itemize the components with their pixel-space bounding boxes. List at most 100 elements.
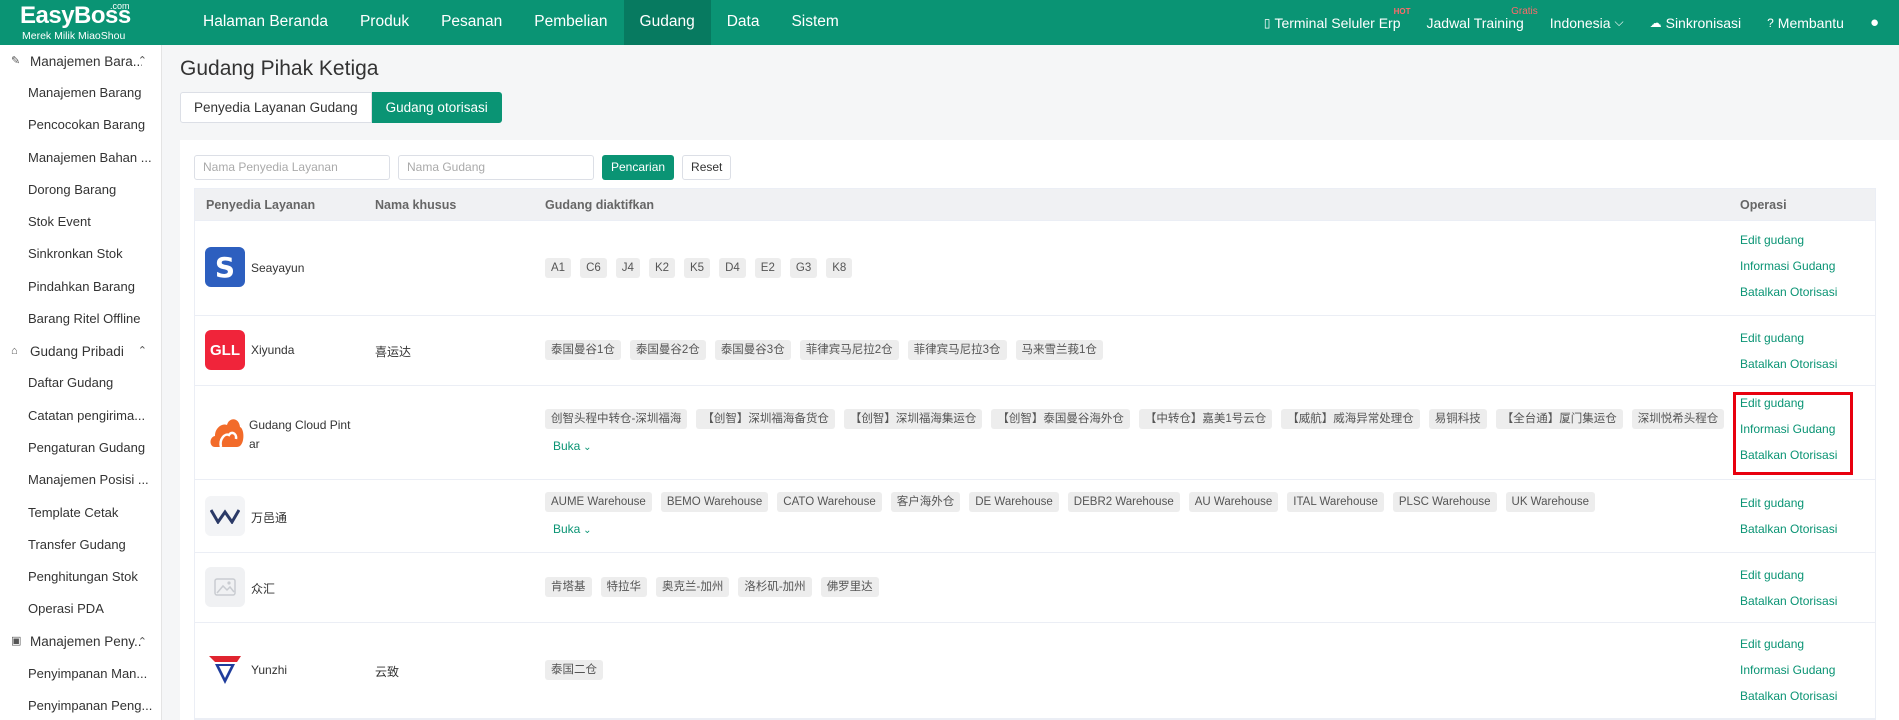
warehouse-tag: 马来雪兰莪1仓 (1015, 340, 1103, 360)
tab-penyedia-layanan-gudang[interactable]: Penyedia Layanan Gudang (180, 92, 372, 123)
yunzhi-logo-icon (209, 656, 241, 684)
language-select[interactable]: Indonesia ⌵ (1550, 15, 1624, 31)
user-avatar[interactable]: ● (1870, 14, 1883, 31)
sidebar-item[interactable]: Transfer Gudang (0, 529, 161, 561)
sidebar-item[interactable]: Catatan pengirima... (0, 400, 161, 432)
warehouse-info-link[interactable]: Informasi Gudang (1740, 253, 1837, 279)
terminal-label: Terminal Seluler Erp (1274, 14, 1401, 31)
warehouse-tag: PLSC Warehouse (1392, 492, 1497, 512)
brand-suffix: .com (110, 1, 130, 11)
warehouse-tag: ITAL Warehouse (1287, 492, 1384, 512)
cancel-authorization-link[interactable]: Batalkan Otorisasi (1740, 588, 1837, 614)
warehouse-tags: 创智头程中转仓-深圳福海 【创智】深圳福海备货仓 【创智】深圳福海集运仓 【创智… (545, 409, 1733, 429)
cancel-authorization-link[interactable]: Batalkan Otorisasi (1740, 683, 1837, 709)
sidebar-item[interactable]: Daftar Gudang (0, 367, 161, 399)
chevron-down-icon: ⌄ (580, 442, 592, 453)
warehouse-tag: K8 (826, 258, 853, 278)
hot-badge: HOT (1393, 6, 1411, 16)
training-link[interactable]: Jadwal Training Gratis (1426, 6, 1538, 31)
yunzhi-logo (205, 649, 245, 689)
reset-button[interactable]: Reset (682, 155, 732, 180)
nav-item-sistem[interactable]: Sistem (775, 0, 854, 45)
sidebar-item[interactable]: Operasi PDA (0, 593, 161, 625)
box-icon: ▣ (11, 635, 22, 648)
warehouse-tag: 菲律宾马尼拉2仓 (799, 340, 899, 360)
nav-item-pembelian[interactable]: Pembelian (518, 0, 623, 45)
sidebar-group-label: Gudang Pribadi (30, 343, 124, 359)
sidebar-item[interactable]: Manajemen Barang (0, 77, 161, 109)
cancel-authorization-link[interactable]: Batalkan Otorisasi (1740, 351, 1837, 377)
custom-name: 喜运达 (375, 345, 412, 359)
sidebar-item[interactable]: Manajemen Bahan ... (0, 142, 161, 174)
row-operations: Edit gudang Batalkan Otorisasi (1740, 562, 1837, 614)
sidebar-item[interactable]: Pencocokan Barang (0, 109, 161, 141)
tab-bar: Penyedia Layanan Gudang Gudang otorisasi (180, 92, 502, 123)
help-link[interactable]: ? Membantu (1767, 15, 1844, 31)
warehouse-tag: G3 (789, 258, 818, 278)
edit-warehouse-link[interactable]: Edit gudang (1740, 227, 1837, 253)
table-row: Yunzhi 云致 泰国二仓 Edit gudang Informasi Gud… (195, 623, 1875, 719)
warehouse-tag: A1 (545, 258, 572, 278)
question-icon: ? (1767, 15, 1774, 30)
edit-warehouse-link[interactable]: Edit gudang (1740, 562, 1837, 588)
warehouse-tag: DE Warehouse (969, 492, 1059, 512)
cancel-authorization-link[interactable]: Batalkan Otorisasi (1740, 516, 1837, 542)
sidebar-item[interactable]: Penghitungan Stok (0, 561, 161, 593)
warehouse-tag: 特拉华 (600, 577, 647, 597)
nav-item-produk[interactable]: Produk (344, 0, 425, 45)
sidebar-item[interactable]: Penyimpanan Man... (0, 658, 161, 690)
edit-warehouse-link[interactable]: Edit gudang (1740, 631, 1837, 657)
search-button[interactable]: Pencarian (602, 155, 675, 180)
row-operations: Edit gudang Batalkan Otorisasi (1740, 325, 1837, 377)
cloud-logo-icon (210, 419, 244, 448)
warehouse-tag: 佛罗里达 (820, 577, 879, 597)
sidebar-item[interactable]: Barang Ritel Offline (0, 303, 161, 335)
warehouse-tag: 泰国二仓 (545, 660, 603, 680)
nav-item-gudang[interactable]: Gudang (623, 0, 711, 45)
edit-warehouse-link[interactable]: Edit gudang (1740, 490, 1837, 516)
custom-name: 云致 (375, 665, 400, 679)
sidebar-group-manajemen-penyimpanan[interactable]: ▣ Manajemen Peny... ⌃ (0, 626, 161, 658)
easyboss-logo[interactable]: EasyBoss .com Merek Milik MiaoShou (20, 1, 145, 42)
phone-icon: ▯ (1263, 15, 1271, 30)
table-header: Penyedia Layanan Nama khusus Gudang diak… (195, 189, 1875, 221)
sidebar-item[interactable]: Sinkronkan Stok (0, 238, 161, 270)
provider-name-input[interactable]: Nama Penyedia Layanan (194, 155, 390, 180)
warehouse-tag: 【中转仓】嘉美1号云仓 (1138, 409, 1273, 429)
nav-item-data[interactable]: Data (711, 0, 776, 45)
sidebar-group-manajemen-barang[interactable]: ✎ Manajemen Bara... ⌃ (0, 45, 161, 77)
winit-logo (205, 496, 245, 536)
warehouse-name-input[interactable]: Nama Gudang (398, 155, 594, 180)
nav-item-pesanan[interactable]: Pesanan (425, 0, 518, 45)
terminal-link[interactable]: ▯ Terminal Seluler Erp HOT (1263, 7, 1411, 31)
cancel-authorization-link[interactable]: Batalkan Otorisasi (1740, 279, 1837, 305)
tab-gudang-otorisasi[interactable]: Gudang otorisasi (371, 92, 502, 123)
seayayun-logo: S (205, 247, 245, 287)
sidebar-item[interactable]: Penyimpanan Peng... (0, 690, 161, 720)
edit-warehouse-link[interactable]: Edit gudang (1740, 325, 1837, 351)
training-label: Jadwal Training (1426, 14, 1524, 31)
sidebar-group-gudang-pribadi[interactable]: ⌂ Gudang Pribadi ⌃ (0, 335, 161, 367)
warehouse-tag: 菲律宾马尼拉3仓 (907, 340, 1007, 360)
warehouse-tag: 【全台通】厦门集运仓 (1495, 409, 1623, 429)
warehouse-tag: D4 (719, 258, 746, 278)
expand-button[interactable]: Buka ⌄ (553, 522, 592, 536)
sidebar-item[interactable]: Template Cetak (0, 497, 161, 529)
nav-item-halaman-beranda[interactable]: Halaman Beranda (187, 0, 344, 45)
chevron-up-icon: ⌃ (137, 345, 147, 358)
xiyunda-logo: GLL (205, 330, 245, 370)
sidebar-item[interactable]: Stok Event (0, 206, 161, 238)
sidebar-item[interactable]: Pindahkan Barang (0, 271, 161, 303)
warehouse-info-link[interactable]: Informasi Gudang (1740, 657, 1837, 683)
warehouse-tag: E2 (754, 258, 781, 278)
sidebar-item[interactable]: Manajemen Posisi ... (0, 464, 161, 496)
sidebar-item[interactable]: Pengaturan Gudang (0, 432, 161, 464)
sidebar-item[interactable]: Dorong Barang (0, 174, 161, 206)
warehouse-tags: 肯塔基 特拉华 奥克兰-加州 洛杉矶-加州 佛罗里达 (545, 577, 888, 597)
top-navigation-bar: EasyBoss .com Merek Milik MiaoShou Halam… (0, 0, 1899, 45)
expand-button[interactable]: Buka ⌄ (553, 439, 592, 453)
user-icon: ● (1869, 14, 1879, 31)
warehouse-tag: 易铜科技 (1428, 409, 1487, 429)
warehouse-tags: AUME Warehouse BEMO Warehouse CATO Wareh… (545, 492, 1604, 512)
sync-link[interactable]: ☁ Sinkronisasi (1650, 15, 1741, 31)
